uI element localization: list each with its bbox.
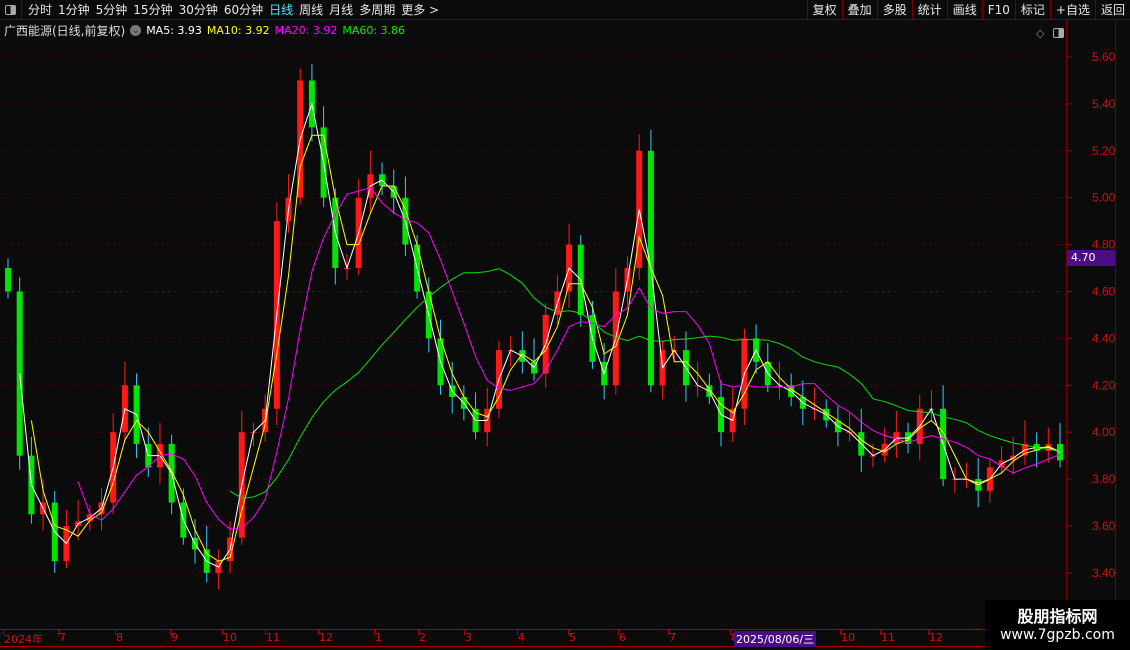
date-tick-label: 12	[319, 631, 333, 644]
candlestick-chart[interactable]: 5.605.405.205.004.804.604.404.204.003.80…	[0, 0, 1130, 650]
watermark-logo: 股朋指标网 www.7gpzb.com	[985, 600, 1130, 650]
side-panel-strip[interactable]	[1115, 20, 1130, 630]
date-tick-label: 5	[569, 631, 576, 644]
candle-down	[5, 268, 11, 292]
date-tick-label: 12	[929, 631, 943, 644]
ma5-line	[19, 101, 1061, 568]
y-tick-label: 3.40	[1092, 566, 1116, 580]
date-tick-label: 10	[841, 631, 855, 644]
y-tick-label: 3.80	[1092, 472, 1116, 486]
date-tick-label: 8	[116, 631, 123, 644]
watermark-url: www.7gpzb.com	[1000, 627, 1115, 643]
y-tick-label: 3.60	[1092, 519, 1116, 533]
date-tick-label: 7	[669, 631, 676, 644]
date-tick-label: 11	[266, 631, 280, 644]
y-tick-label: 4.00	[1092, 425, 1116, 439]
y-tick-label: 5.60	[1092, 50, 1116, 64]
date-tick-label: 7	[59, 631, 66, 644]
y-tick-label: 5.20	[1092, 144, 1116, 158]
y-tick-label: 4.60	[1092, 285, 1116, 299]
y-tick-label: 4.20	[1092, 378, 1116, 392]
date-tick-label: 11	[881, 631, 895, 644]
date-axis: 2024年789101112123456781011122025/08/06/三	[0, 629, 1130, 647]
cursor-date-label: 2025/08/06/三	[734, 631, 817, 647]
ma60-line	[229, 268, 1061, 499]
y-tick-label: 5.40	[1092, 97, 1116, 111]
price-cursor-tag: 4.70	[1067, 250, 1115, 266]
candle-down	[16, 291, 23, 456]
date-tick-label: 4	[518, 631, 525, 644]
watermark-name: 股朋指标网	[1017, 607, 1098, 626]
date-tick-label: 2	[419, 631, 426, 644]
date-tick-label: 9	[171, 631, 178, 644]
candle-down	[1057, 443, 1063, 461]
y-tick-label: 4.40	[1092, 331, 1116, 345]
date-tick-label: 3	[465, 631, 472, 644]
date-tick-label: 2024年	[4, 633, 43, 646]
y-tick-label: 5.00	[1092, 191, 1116, 205]
date-tick-label: 10	[223, 631, 237, 644]
price-axis-line	[1066, 20, 1067, 630]
date-tick-label: 6	[619, 631, 626, 644]
date-tick-label: 1	[375, 631, 382, 644]
